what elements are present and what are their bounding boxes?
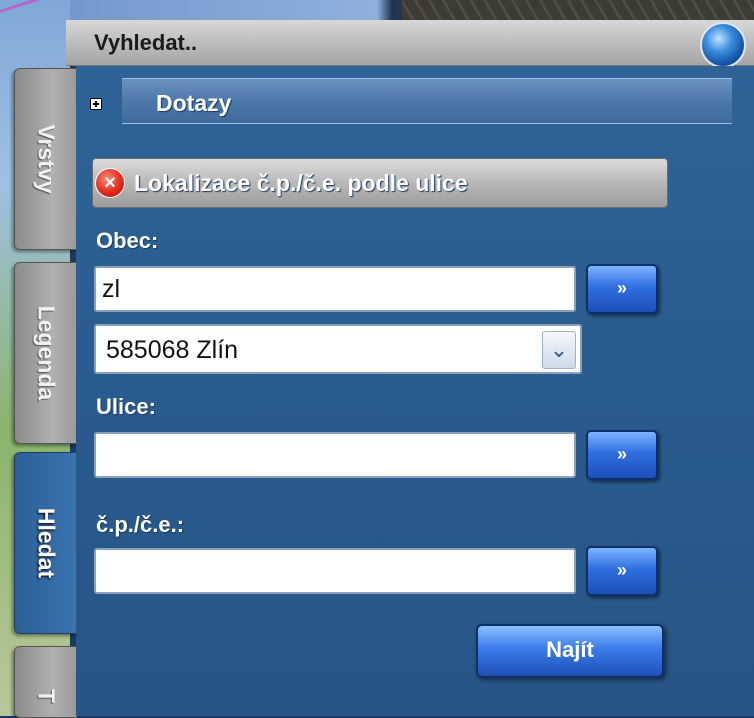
tab-hledat-label: Hledat (33, 507, 60, 579)
obec-select[interactable]: 585068 Zlín ⌄ (94, 324, 582, 374)
ulice-label: Ulice: (96, 394, 156, 419)
tab-legenda[interactable]: Legenda (14, 262, 77, 444)
window-title: Vyhledat.. (94, 30, 198, 55)
tab-t[interactable]: T (14, 646, 77, 718)
search-button[interactable]: Najít (476, 624, 664, 678)
globe-icon[interactable] (700, 22, 746, 68)
queries-section-label: Dotazy (156, 90, 232, 116)
locate-section-label: Lokalizace č.p./č.e. podle ulice (134, 170, 468, 196)
cp-input[interactable] (94, 548, 576, 594)
obec-input[interactable] (94, 266, 576, 312)
tab-hledat[interactable]: Hledat (14, 452, 77, 634)
tab-vrstvy[interactable]: Vrstvy (14, 68, 77, 250)
tab-legenda-label: Legenda (33, 305, 60, 401)
obec-select-value: 585068 Zlín (106, 336, 239, 364)
cp-label: č.p./č.e.: (96, 512, 185, 537)
plus-icon[interactable] (90, 98, 102, 110)
chevron-down-icon[interactable]: ⌄ (542, 331, 576, 369)
ulice-input[interactable] (94, 432, 576, 478)
obec-label: Obec: (96, 228, 159, 253)
close-icon[interactable]: × (95, 168, 125, 198)
tab-vrstvy-label: Vrstvy (33, 124, 60, 194)
tab-t-label: T (33, 688, 60, 704)
cp-go-button[interactable]: » (586, 546, 658, 596)
ulice-go-button[interactable]: » (586, 430, 658, 480)
map-background-topright (402, 0, 754, 20)
window-titlebar: Vyhledat.. (66, 20, 754, 66)
obec-go-button[interactable]: » (586, 264, 658, 314)
